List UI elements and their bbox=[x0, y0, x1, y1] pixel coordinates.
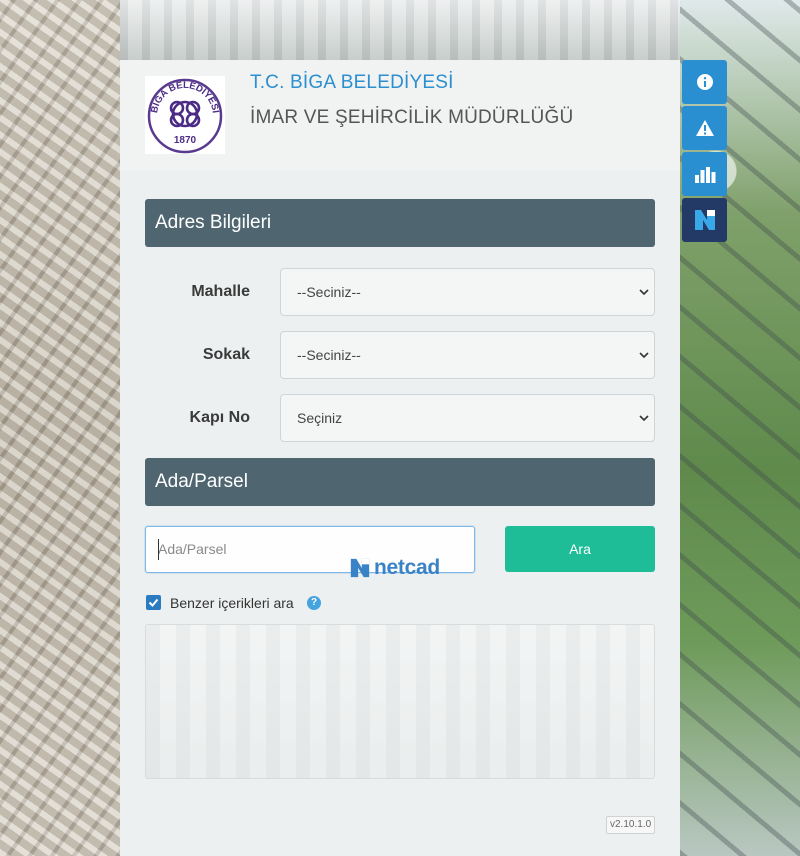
parcel-section-header: Ada/Parsel bbox=[145, 458, 655, 506]
chevron-down-icon bbox=[639, 352, 649, 359]
statistics-button[interactable] bbox=[682, 152, 727, 196]
sokak-select[interactable]: --Seciniz-- bbox=[280, 331, 655, 379]
netcad-logo-icon bbox=[694, 210, 715, 230]
mahalle-select[interactable]: --Seciniz-- bbox=[280, 268, 655, 316]
kapi-no-label: Kapı No bbox=[189, 409, 250, 426]
kapi-no-select[interactable]: Seçiniz bbox=[280, 394, 655, 442]
ada-parsel-placeholder: Ada/Parsel bbox=[158, 541, 227, 557]
netcad-button[interactable] bbox=[682, 198, 727, 242]
similar-content-checkbox[interactable] bbox=[146, 595, 161, 610]
version-badge: v2.10.1.0 bbox=[606, 816, 656, 834]
info-icon bbox=[696, 74, 713, 90]
sokak-label: Sokak bbox=[202, 346, 250, 363]
netcad-logo-icon bbox=[350, 558, 370, 578]
department-title: İMAR VE ŞEHİRCİLİK MÜDÜRLÜĞÜ bbox=[250, 107, 574, 128]
org-title: T.C. BİGA BELEDİYESİ bbox=[250, 72, 454, 93]
municipality-logo: BİGA BELEDİYESİ 1870 bbox=[145, 76, 225, 154]
mahalle-select-value: --Seciniz-- bbox=[297, 284, 361, 300]
kapi-no-select-value: Seçiniz bbox=[297, 410, 343, 426]
bar-chart-icon bbox=[694, 167, 715, 183]
sokak-select-value: --Seciniz-- bbox=[297, 347, 361, 363]
checkmark-icon bbox=[148, 598, 159, 607]
warning-button[interactable] bbox=[682, 106, 727, 150]
similar-content-label[interactable]: Benzer içerikleri ara bbox=[170, 595, 294, 611]
help-icon[interactable]: ? bbox=[307, 596, 321, 610]
netcad-watermark: netcad bbox=[349, 556, 453, 580]
search-button[interactable]: Ara bbox=[505, 526, 655, 572]
address-section-header: Adres Bilgileri bbox=[145, 199, 655, 247]
chevron-down-icon bbox=[639, 415, 649, 422]
info-button[interactable] bbox=[682, 60, 727, 104]
mahalle-label: Mahalle bbox=[191, 283, 250, 300]
warning-icon bbox=[695, 120, 714, 136]
netcad-brand-text: netcad bbox=[374, 556, 440, 579]
results-area bbox=[145, 624, 655, 779]
panel-header: BİGA BELEDİYESİ 1870 T.C. BİGA BELEDİYES… bbox=[120, 60, 680, 170]
text-caret bbox=[158, 539, 159, 560]
chevron-down-icon bbox=[639, 289, 649, 296]
background-scenery-top bbox=[120, 0, 680, 60]
search-panel: BİGA BELEDİYESİ 1870 T.C. BİGA BELEDİYES… bbox=[120, 60, 680, 856]
background-scenery-left bbox=[0, 0, 120, 856]
svg-text:1870: 1870 bbox=[174, 135, 197, 146]
